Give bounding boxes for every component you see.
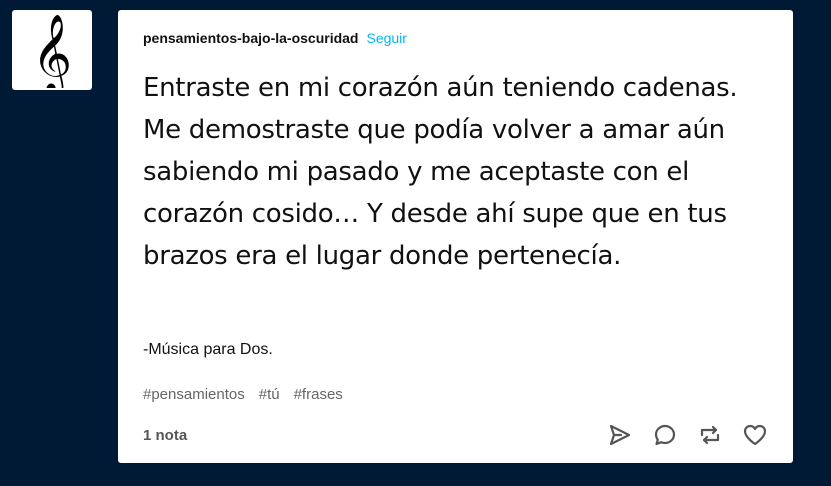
share-button[interactable] <box>606 421 634 449</box>
notes-count[interactable]: 1 nota <box>143 427 187 444</box>
blog-name-link[interactable]: pensamientos-bajo-la-oscuridad <box>143 30 358 46</box>
quote-text: Entraste en mi corazón aún teniendo cade… <box>143 73 738 271</box>
tag-pensamientos[interactable]: #pensamientos <box>143 386 245 403</box>
quote-source: -Música para Dos. <box>143 341 273 358</box>
tag-list: #pensamientos #tú #frases <box>143 386 357 403</box>
reblog-icon <box>700 425 720 445</box>
treble-clef-icon: 𝄞 <box>32 14 72 88</box>
post-card: pensamientos-bajo-la-oscuridad Seguir En… <box>118 10 793 463</box>
tag-frases[interactable]: #frases <box>294 386 343 403</box>
post-actions <box>589 421 769 449</box>
reply-button[interactable] <box>651 421 679 449</box>
post-header: pensamientos-bajo-la-oscuridad Seguir <box>143 29 407 47</box>
follow-button[interactable]: Seguir <box>366 30 406 46</box>
tag-tu[interactable]: #tú <box>259 386 280 403</box>
reply-icon <box>654 424 676 446</box>
like-button[interactable] <box>741 421 769 449</box>
svg-text:𝄞: 𝄞 <box>32 14 72 88</box>
blog-avatar[interactable]: 𝄞 <box>12 10 92 90</box>
reblog-button[interactable] <box>696 421 724 449</box>
share-icon <box>609 424 631 446</box>
like-icon <box>743 424 767 446</box>
